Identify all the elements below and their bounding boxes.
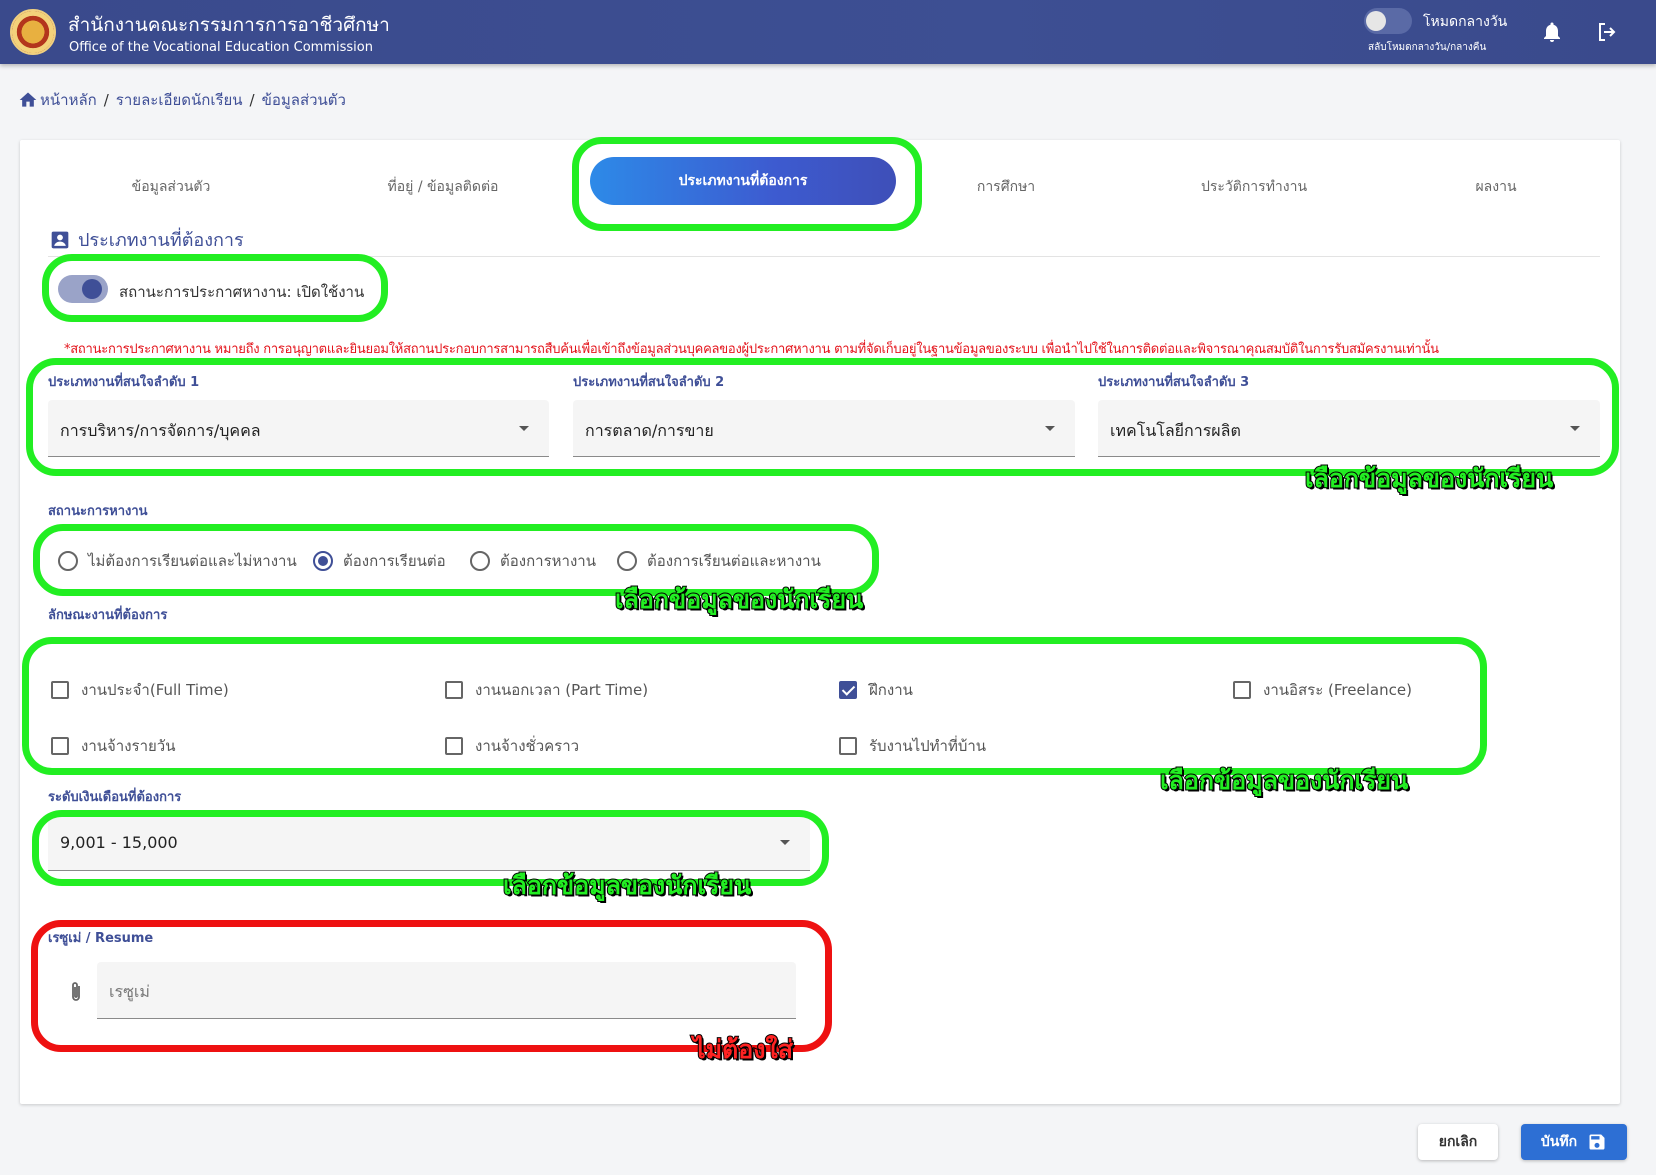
breadcrumb-personal-info: ข้อมูลส่วนตัว <box>261 91 346 109</box>
checkbox-box <box>1233 681 1251 699</box>
checkbox-temporary[interactable]: งานจ้างชั่วคราว <box>445 734 579 758</box>
mode-sublabel: สลับโหมดกลางวัน/กลางคืน <box>1368 42 1487 53</box>
interest-1-value: การบริหาร/การจัดการ/บุคคล <box>60 421 261 440</box>
logout-icon[interactable] <box>1595 20 1619 44</box>
contact-card-icon <box>51 231 69 248</box>
checkbox-daily-wage[interactable]: งานจ้างรายวัน <box>51 734 175 758</box>
cancel-button[interactable]: ยกเลิก <box>1418 1124 1498 1160</box>
checkbox-label: งานจ้างชั่วคราว <box>475 737 580 755</box>
dropdown-caret-icon <box>1570 426 1580 431</box>
day-night-toggle[interactable] <box>1364 8 1412 34</box>
privacy-note: *สถานะการประกาศหางาน หมายถึง การอนุญาตแล… <box>64 342 1439 357</box>
breadcrumb-student-details[interactable]: รายละเอียดนักเรียน <box>116 88 243 112</box>
radio-no-study-no-job[interactable]: ไม่ต้องการเรียนต่อและไม่หางาน <box>58 549 297 573</box>
section-title-text: ประเภทงานที่ต้องการ <box>78 230 244 251</box>
section-divider <box>48 256 1600 257</box>
breadcrumb-separator: / <box>103 91 109 109</box>
radio-label: ต้องการเรียนต่อ <box>343 552 446 570</box>
floppy-disk-icon <box>1589 1134 1605 1150</box>
job-nature-label: ลักษณะงานที่ต้องการ <box>48 608 168 623</box>
checkbox-box <box>445 737 463 755</box>
interest-2-value: การตลาด/การขาย <box>585 421 714 440</box>
radio-circle <box>470 551 490 571</box>
interest-3-value: เทคโนโลยีการผลิต <box>1110 421 1241 440</box>
interest-3-select[interactable]: เทคโนโลยีการผลิต <box>1098 400 1600 457</box>
breadcrumb: หน้าหลัก / รายละเอียดนักเรียน / ข้อมูลส่… <box>18 88 346 112</box>
checkbox-label: งานจ้างรายวัน <box>81 737 176 755</box>
toggle-knob <box>1366 11 1386 31</box>
checkbox-internship[interactable]: ฝึกงาน <box>839 678 913 702</box>
breadcrumb-separator: / <box>249 91 255 109</box>
checkbox-label: งานประจำ(Full Time) <box>81 681 229 699</box>
ovec-logo <box>10 9 56 55</box>
interest-3-label: ประเภทงานที่สนใจลำดับ 3 <box>1098 375 1250 390</box>
switch-knob <box>82 279 102 299</box>
radio-circle <box>58 551 78 571</box>
radio-circle <box>617 551 637 571</box>
tab-work-history[interactable]: ประวัติการทำงาน <box>1201 176 1307 198</box>
radio-circle-selected <box>313 551 333 571</box>
radio-label: ต้องการเรียนต่อและหางาน <box>647 552 821 570</box>
checkbox-work-from-home[interactable]: รับงานไปทำที่บ้าน <box>839 734 986 758</box>
radio-label: ต้องการหางาน <box>500 552 596 570</box>
section-title: ประเภทงานที่ต้องการ <box>50 225 244 254</box>
annotation-select-student-data: เลือกข้อมูลของนักเรียน <box>1159 765 1409 796</box>
checkbox-label: งานอิสระ (Freelance) <box>1263 681 1412 699</box>
checkbox-label: รับงานไปทำที่บ้าน <box>869 737 987 755</box>
dropdown-caret-icon <box>519 426 529 431</box>
app-title: สำนักงานคณะกรรมการการอาชีวศึกษา <box>68 14 390 36</box>
home-icon <box>19 92 37 107</box>
tab-portfolio[interactable]: ผลงาน <box>1475 176 1516 198</box>
radio-find-job[interactable]: ต้องการหางาน <box>470 549 596 573</box>
salary-value: 9,001 - 15,000 <box>60 833 178 852</box>
save-button[interactable]: บันทึก <box>1521 1124 1627 1160</box>
dropdown-caret-icon <box>1045 426 1055 431</box>
checkbox-label: ฝึกงาน <box>869 681 913 699</box>
annotation-select-student-data: เลือกข้อมูลของนักเรียน <box>502 870 752 901</box>
annotation-select-student-data: เลือกข้อมูลของนักเรียน <box>614 584 864 615</box>
job-status-label: สถานะการหางาน <box>48 504 148 519</box>
checkbox-box <box>51 737 69 755</box>
checkbox-freelance[interactable]: งานอิสระ (Freelance) <box>1233 678 1412 702</box>
tab-education[interactable]: การศึกษา <box>977 176 1035 198</box>
salary-label: ระดับเงินเดือนที่ต้องการ <box>48 790 182 805</box>
job-posting-status-label: สถานะการประกาศหางาน: เปิดใช้งาน <box>119 283 365 301</box>
cancel-button-label: ยกเลิก <box>1438 1134 1478 1150</box>
radio-study-and-job[interactable]: ต้องการเรียนต่อและหางาน <box>617 549 821 573</box>
interest-2-select[interactable]: การตลาด/การขาย <box>573 400 1075 457</box>
tab-personal-info[interactable]: ข้อมูลส่วนตัว <box>132 176 211 198</box>
top-bar: สำนักงานคณะกรรมการการอาชีวศึกษา Office o… <box>0 0 1656 64</box>
app-subtitle: Office of the Vocational Education Commi… <box>69 40 373 55</box>
bell-icon[interactable] <box>1540 20 1564 44</box>
resume-file-input[interactable]: เรซูเม่ <box>97 962 796 1019</box>
interest-1-label: ประเภทงานที่สนใจลำดับ 1 <box>48 375 200 390</box>
paperclip-icon[interactable] <box>66 980 86 1004</box>
checkbox-box-checked <box>839 681 857 699</box>
checkbox-part-time[interactable]: งานนอกเวลา (Part Time) <box>445 678 648 702</box>
save-button-label: บันทึก <box>1540 1134 1578 1150</box>
dropdown-caret-icon <box>780 840 790 845</box>
checkbox-full-time[interactable]: งานประจำ(Full Time) <box>51 678 229 702</box>
job-posting-status-switch[interactable] <box>58 275 108 303</box>
resume-placeholder: เรซูเม่ <box>109 982 150 1001</box>
checkbox-box <box>839 737 857 755</box>
interest-2-label: ประเภทงานที่สนใจลำดับ 2 <box>573 375 725 390</box>
resume-label: เรซูเม่ / Resume <box>48 931 154 946</box>
radio-study[interactable]: ต้องการเรียนต่อ <box>313 549 446 573</box>
radio-label: ไม่ต้องการเรียนต่อและไม่หางาน <box>88 552 297 570</box>
mode-label: โหมดกลางวัน <box>1423 14 1508 30</box>
checkbox-label: งานนอกเวลา (Part Time) <box>475 681 649 699</box>
tab-job-preference[interactable]: ประเภทงานที่ต้องการ <box>590 157 896 205</box>
breadcrumb-home[interactable]: หน้าหลัก <box>40 88 97 112</box>
checkbox-box <box>445 681 463 699</box>
interest-1-select[interactable]: การบริหาร/การจัดการ/บุคคล <box>48 400 549 457</box>
salary-select[interactable]: 9,001 - 15,000 <box>48 814 810 871</box>
tab-address-contact[interactable]: ที่อยู่ / ข้อมูลติดต่อ <box>388 176 499 198</box>
annotation-select-student-data: เลือกข้อมูลของนักเรียน <box>1304 463 1554 494</box>
annotation-not-required: ไม่ต้องใส่ <box>692 1034 794 1065</box>
checkbox-box <box>51 681 69 699</box>
